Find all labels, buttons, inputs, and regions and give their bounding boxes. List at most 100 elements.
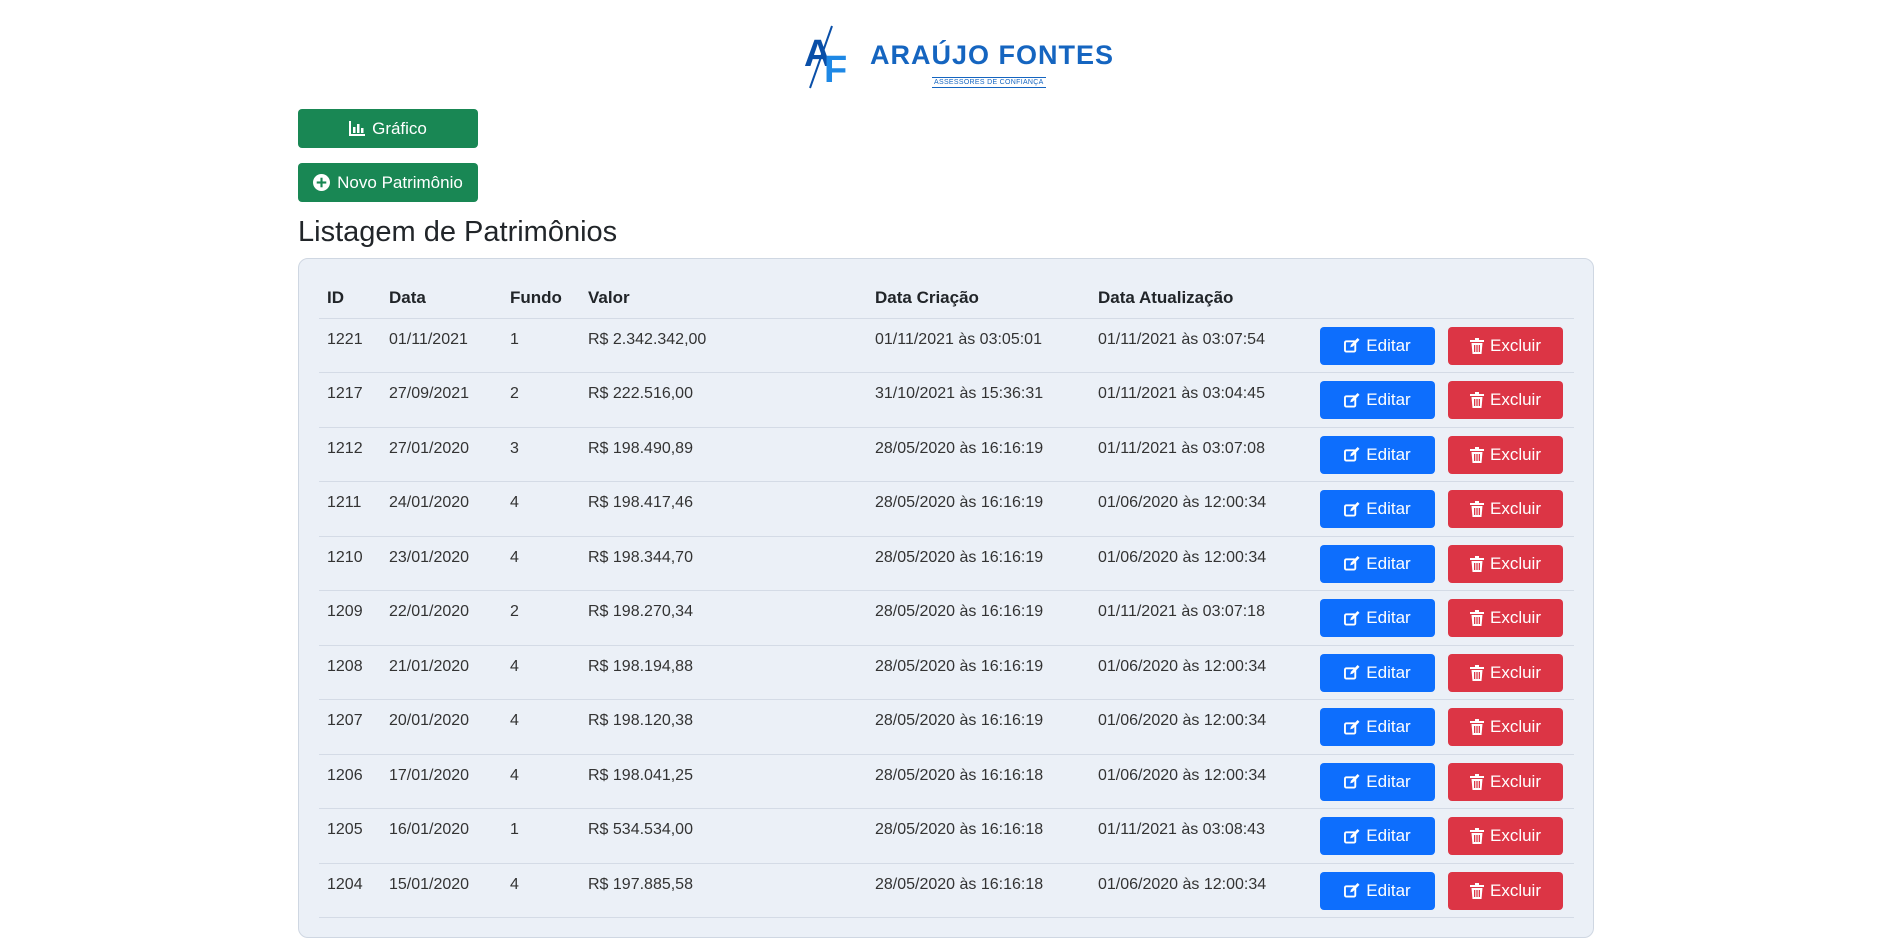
edit-button[interactable]: Editar: [1320, 490, 1435, 528]
cell-fund: 4: [502, 754, 580, 809]
delete-button[interactable]: Excluir: [1448, 871, 1563, 910]
delete-button[interactable]: Excluir: [1448, 326, 1563, 365]
table-header-row: ID Data Fundo Valor Data Criação Data At…: [319, 279, 1574, 319]
edit-button-label: Editar: [1366, 880, 1411, 900]
edit-icon: [1344, 665, 1360, 680]
cell-id: 1209: [319, 590, 381, 646]
cell-date: 20/01/2020: [381, 699, 502, 755]
table-row: 1212 27/01/2020 3 R$ 198.490,89 28/05/2020 à…: [319, 427, 1574, 482]
cell-date: 16/01/2020: [381, 808, 502, 864]
delete-button-label: Excluir: [1489, 390, 1541, 409]
cell-created: 28/05/2020 às 16:16:19: [867, 645, 1090, 700]
cell-date: 01/11/2021: [381, 318, 502, 373]
cell-actions: Editar Excluir: [1312, 318, 1574, 373]
edit-button[interactable]: Editar: [1320, 435, 1435, 474]
delete-button[interactable]: Excluir: [1448, 653, 1563, 692]
edit-button[interactable]: Editar: [1320, 381, 1435, 419]
cell-actions: Editar Excluir: [1312, 481, 1574, 537]
cell-fund: 4: [502, 699, 580, 755]
edit-icon: [1344, 392, 1360, 408]
trash-icon: [1469, 610, 1484, 626]
cell-value: R$ 197.885,58: [580, 863, 867, 918]
trash-icon: [1469, 501, 1484, 517]
trash-icon: [1469, 446, 1484, 463]
delete-button-label: Excluir: [1489, 717, 1541, 736]
new-asset-button[interactable]: Novo Patrimônio: [298, 163, 478, 202]
cell-id: 1211: [319, 481, 381, 537]
cell-actions: Editar Excluir: [1312, 536, 1574, 591]
delete-button[interactable]: Excluir: [1448, 381, 1563, 419]
trash-icon: [1469, 392, 1484, 408]
cell-created: 28/05/2020 às 16:16:18: [867, 808, 1090, 864]
edit-button[interactable]: Editar: [1320, 817, 1435, 855]
table-row: 1207 20/01/2020 4 R$ 198.120,38 28/05/2020 à…: [319, 699, 1574, 755]
cell-fund: 1: [502, 808, 580, 864]
chart-button[interactable]: Gráfico: [298, 109, 478, 148]
cell-updated: 01/11/2021 às 03:08:43: [1090, 808, 1312, 864]
delete-button[interactable]: Excluir: [1448, 490, 1563, 528]
header-actions: [1312, 279, 1574, 319]
delete-button[interactable]: Excluir: [1448, 708, 1563, 746]
svg-text:F: F: [824, 49, 847, 90]
cell-fund: 4: [502, 481, 580, 537]
cell-date: 23/01/2020: [381, 536, 502, 591]
delete-button[interactable]: Excluir: [1448, 435, 1563, 474]
cell-actions: Editar Excluir: [1312, 427, 1574, 482]
cell-date: 17/01/2020: [381, 754, 502, 809]
delete-button[interactable]: Excluir: [1448, 762, 1563, 801]
edit-button[interactable]: Editar: [1320, 544, 1435, 583]
cell-actions: Editar Excluir: [1312, 699, 1574, 755]
cell-value: R$ 198.120,38: [580, 699, 867, 755]
cell-date: 22/01/2020: [381, 590, 502, 646]
edit-button[interactable]: Editar: [1320, 762, 1435, 801]
cell-actions: Editar Excluir: [1312, 590, 1574, 646]
delete-button[interactable]: Excluir: [1448, 817, 1563, 855]
delete-button-label: Excluir: [1489, 444, 1541, 464]
delete-button[interactable]: Excluir: [1448, 544, 1563, 583]
assets-table-card: ID Data Fundo Valor Data Criação Data At…: [298, 258, 1594, 938]
cell-fund: 4: [502, 645, 580, 700]
edit-button[interactable]: Editar: [1320, 871, 1435, 910]
cell-updated: 01/06/2020 às 12:00:34: [1090, 536, 1312, 591]
edit-button-label: Editar: [1366, 717, 1411, 736]
cell-id: 1212: [319, 427, 381, 482]
cell-actions: Editar Excluir: [1312, 808, 1574, 864]
brand-tagline: ASSESSORES DE CONFIANÇA: [932, 77, 1046, 88]
brand-logo[interactable]: A F ARAÚJO FONTES ASSESSORES DE CONFIANÇ…: [802, 22, 1113, 94]
trash-icon: [1469, 773, 1484, 790]
table-row: 1210 23/01/2020 4 R$ 198.344,70 28/05/2020 à…: [319, 536, 1574, 591]
delete-button-label: Excluir: [1489, 335, 1541, 355]
cell-created: 28/05/2020 às 16:16:19: [867, 536, 1090, 591]
delete-button-label: Excluir: [1489, 553, 1541, 573]
edit-button-label: Editar: [1366, 335, 1411, 355]
edit-button-label: Editar: [1366, 553, 1411, 573]
table-row: 1208 21/01/2020 4 R$ 198.194,88 28/05/2020 à…: [319, 645, 1574, 700]
cell-created: 28/05/2020 às 16:16:19: [867, 699, 1090, 755]
cell-fund: 4: [502, 536, 580, 591]
trash-icon: [1469, 882, 1484, 899]
assets-table: ID Data Fundo Valor Data Criação Data At…: [319, 279, 1574, 918]
cell-value: R$ 198.041,25: [580, 754, 867, 809]
edit-button-label: Editar: [1366, 390, 1411, 409]
cell-value: R$ 534.534,00: [580, 808, 867, 864]
edit-button[interactable]: Editar: [1320, 708, 1435, 746]
cell-id: 1208: [319, 645, 381, 700]
edit-icon: [1344, 774, 1360, 789]
cell-fund: 2: [502, 590, 580, 646]
edit-button-label: Editar: [1366, 662, 1411, 682]
edit-button-label: Editar: [1366, 499, 1411, 518]
cell-id: 1204: [319, 863, 381, 918]
edit-button-label: Editar: [1366, 826, 1411, 845]
edit-button[interactable]: Editar: [1320, 326, 1435, 365]
edit-button[interactable]: Editar: [1320, 653, 1435, 692]
cell-value: R$ 198.194,88: [580, 645, 867, 700]
cell-date: 21/01/2020: [381, 645, 502, 700]
trash-icon: [1469, 555, 1484, 572]
cell-id: 1207: [319, 699, 381, 755]
edit-button[interactable]: Editar: [1320, 599, 1435, 637]
table-row: 1211 24/01/2020 4 R$ 198.417,46 28/05/2020 à…: [319, 481, 1574, 537]
cell-date: 24/01/2020: [381, 481, 502, 537]
cell-updated: 01/06/2020 às 12:00:34: [1090, 699, 1312, 755]
cell-updated: 01/11/2021 às 03:07:08: [1090, 427, 1312, 482]
delete-button[interactable]: Excluir: [1448, 599, 1563, 637]
